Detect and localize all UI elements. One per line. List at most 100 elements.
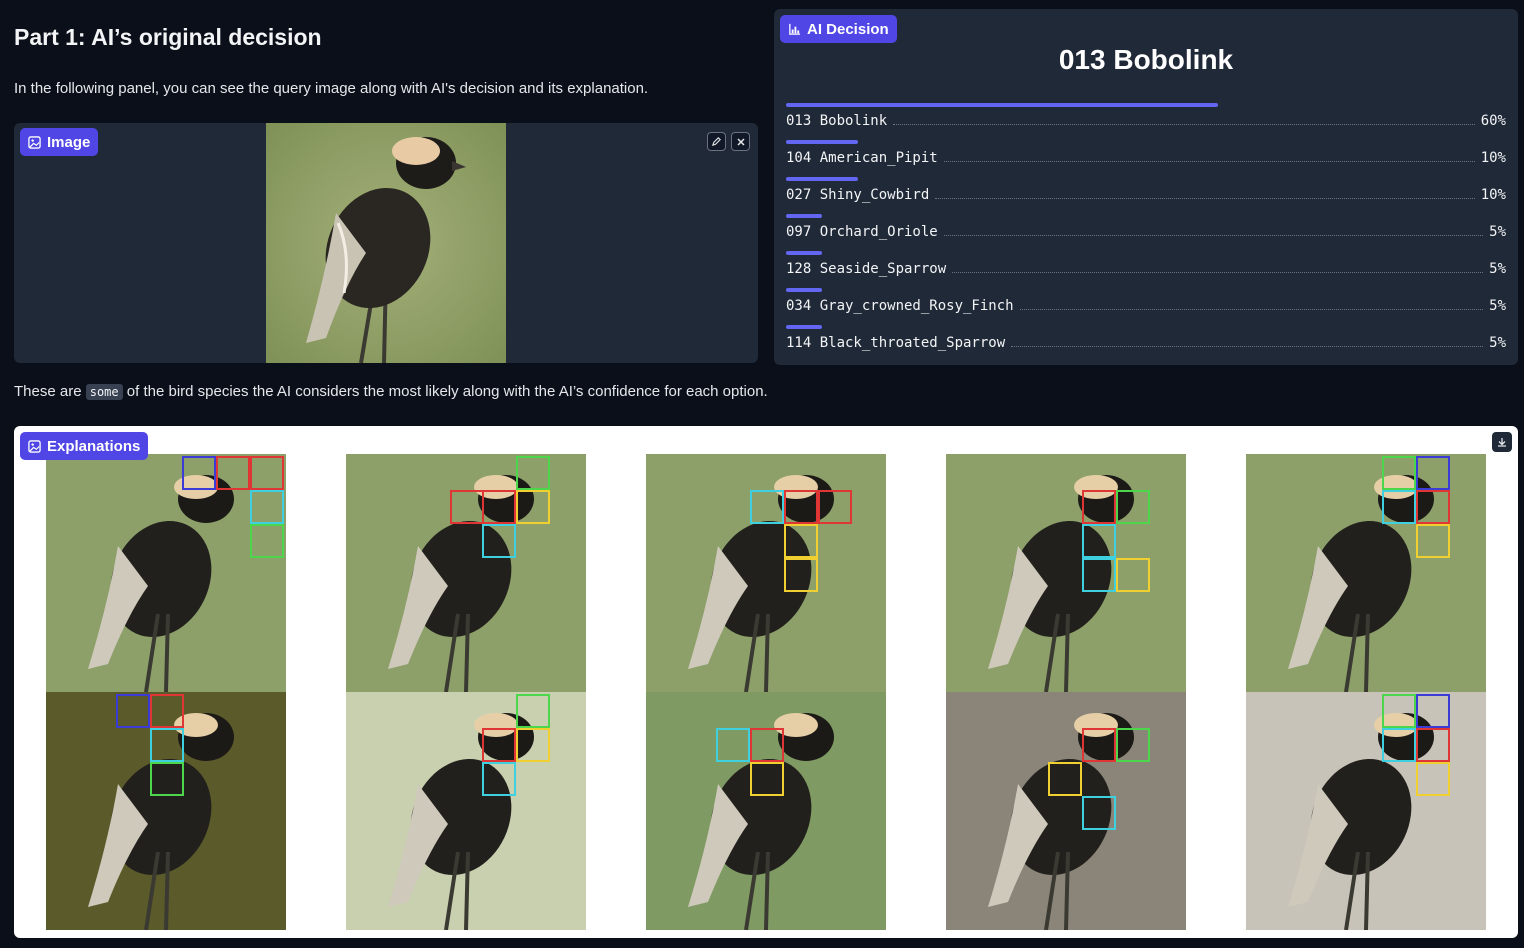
- confidence-row: 104 American_Pipit 10%: [786, 140, 1506, 177]
- close-button[interactable]: [731, 132, 750, 151]
- attention-box: [1048, 762, 1082, 796]
- attention-box: [116, 694, 150, 728]
- confidence-row: 097 Orchard_Oriole 5%: [786, 214, 1506, 251]
- bird-thumbnail: [1246, 454, 1486, 692]
- explanation-image: [946, 692, 1186, 930]
- ai-decision-panel: AI Decision 013 Bobolink 013 Bobolink 60%…: [774, 9, 1518, 365]
- explanation-image: [646, 454, 886, 692]
- explanation-image: [346, 454, 586, 692]
- species-note: These are some of the bird species the A…: [14, 383, 768, 400]
- attention-box: [1082, 524, 1116, 558]
- leader-dots: [943, 226, 1484, 236]
- attention-box: [516, 490, 550, 524]
- attention-box: [516, 694, 550, 728]
- species-label: 097 Orchard_Oriole: [786, 224, 938, 240]
- confidence-bar: [786, 140, 858, 144]
- attention-box: [450, 490, 484, 524]
- attention-box: [1416, 694, 1450, 728]
- species-label: 104 American_Pipit: [786, 150, 938, 166]
- species-label: 013 Bobolink: [786, 113, 888, 129]
- species-label: 034 Gray_crowned_Rosy_Finch: [786, 298, 1014, 314]
- leader-dots: [893, 115, 1475, 125]
- species-label: 128 Seaside_Sparrow: [786, 261, 947, 277]
- attention-box: [182, 456, 216, 490]
- attention-box: [1116, 490, 1150, 524]
- confidence-row: 027 Shiny_Cowbird 10%: [786, 177, 1506, 214]
- explanation-image: [46, 692, 286, 930]
- attention-box: [750, 728, 784, 762]
- explanation-image: [346, 692, 586, 930]
- bird-thumbnail: [1246, 692, 1486, 930]
- attention-box: [1082, 558, 1116, 592]
- explanations-badge-label: Explanations: [47, 437, 141, 455]
- explanation-image: [46, 454, 286, 692]
- confidence-row: 114 Black_throated_Sparrow 5%: [786, 325, 1506, 362]
- confidence-bar: [786, 214, 822, 218]
- download-button[interactable]: [1492, 432, 1512, 452]
- confidence-value: 10%: [1480, 187, 1506, 203]
- image-badge: Image: [20, 128, 99, 156]
- attention-box: [250, 490, 284, 524]
- attention-box: [818, 490, 852, 524]
- attention-box: [1382, 456, 1416, 490]
- bird-thumbnail: [946, 692, 1186, 930]
- attention-box: [516, 456, 550, 490]
- confidence-bar: [786, 251, 822, 255]
- explanation-image: [646, 692, 886, 930]
- attention-box: [482, 490, 516, 524]
- species-note-after: of the bird species the AI considers the…: [122, 383, 768, 400]
- species-note-before: These are: [14, 383, 86, 400]
- attention-box: [150, 694, 184, 728]
- bird-thumbnail: [346, 692, 586, 930]
- confidence-value: 10%: [1480, 150, 1506, 166]
- explanations-badge: Explanations: [20, 432, 149, 460]
- attention-box: [1416, 728, 1450, 762]
- close-icon: [736, 137, 745, 146]
- attention-box: [516, 728, 550, 762]
- confidence-bar: [786, 177, 858, 181]
- bird-thumbnail: [946, 454, 1186, 692]
- attention-box: [1082, 796, 1116, 830]
- attention-box: [1382, 694, 1416, 728]
- attention-box: [1416, 456, 1450, 490]
- confidence-bar: [786, 288, 822, 292]
- explanations-panel: Explanations: [14, 426, 1518, 938]
- attention-box: [482, 524, 516, 558]
- confidence-value: 5%: [1489, 224, 1506, 240]
- confidence-bar: [786, 103, 1218, 107]
- image-panel: Image: [14, 123, 758, 363]
- explanation-image: [946, 454, 1186, 692]
- leader-dots: [1019, 300, 1484, 310]
- species-label: 114 Black_throated_Sparrow: [786, 335, 1006, 351]
- page-title: Part 1: AI’s original decision: [14, 24, 322, 50]
- ai-decision-badge-label: AI Decision: [807, 20, 889, 38]
- confidence-row: 013 Bobolink 60%: [786, 103, 1506, 140]
- leader-dots: [943, 152, 1475, 162]
- confidence-value: 5%: [1489, 298, 1506, 314]
- attention-box: [1082, 728, 1116, 762]
- attention-box: [1116, 558, 1150, 592]
- attention-box: [750, 490, 784, 524]
- ai-decision-badge: AI Decision: [780, 15, 897, 43]
- attention-box: [150, 762, 184, 796]
- attention-box: [482, 762, 516, 796]
- attention-box: [1382, 490, 1416, 524]
- leader-dots: [952, 263, 1484, 273]
- confidence-row: 034 Gray_crowned_Rosy_Finch 5%: [786, 288, 1506, 325]
- image-badge-label: Image: [47, 133, 91, 151]
- attention-box: [1116, 728, 1150, 762]
- confidence-value: 5%: [1489, 335, 1506, 351]
- attention-box: [250, 456, 284, 490]
- edit-button[interactable]: [707, 132, 726, 151]
- image-icon: [28, 439, 41, 453]
- species-note-code: some: [85, 384, 123, 400]
- top-prediction: 013 Bobolink: [1058, 44, 1234, 75]
- download-icon: [1498, 438, 1506, 447]
- species-label: 027 Shiny_Cowbird: [786, 187, 930, 203]
- confidence-value: 5%: [1489, 261, 1506, 277]
- attention-box: [1416, 524, 1450, 558]
- leader-dots: [1011, 337, 1484, 347]
- attention-box: [784, 524, 818, 558]
- query-bird-image: [266, 123, 506, 363]
- intro-text: In the following panel, you can see the …: [14, 80, 649, 97]
